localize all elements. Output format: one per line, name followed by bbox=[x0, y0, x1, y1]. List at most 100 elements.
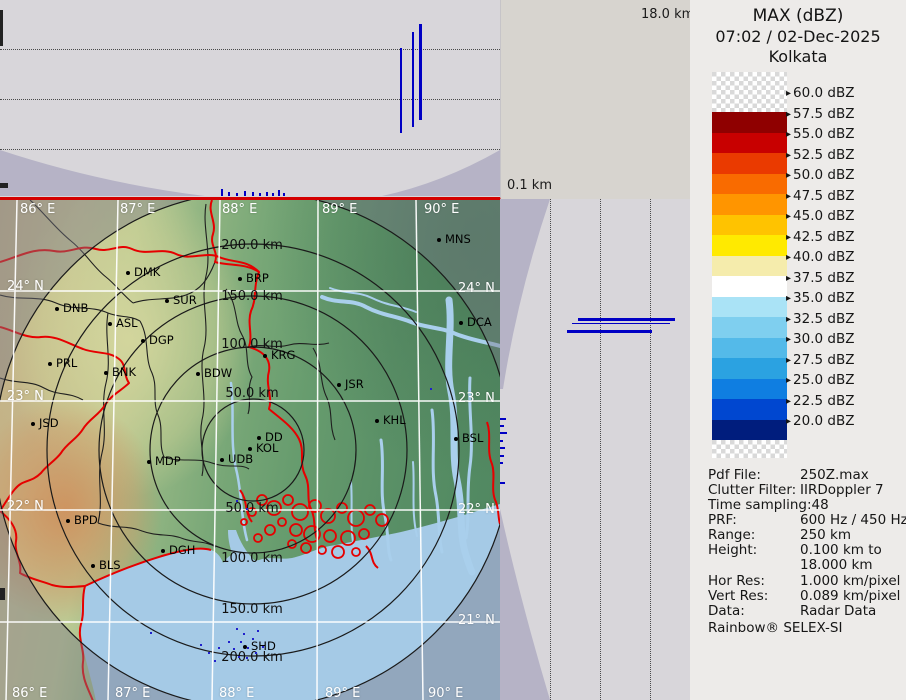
scale-value: 47.5 dBZ bbox=[793, 188, 854, 204]
station-dot bbox=[248, 447, 252, 451]
info-row-label: PRF: bbox=[708, 512, 737, 528]
lon-label: 87° E bbox=[120, 202, 155, 217]
legend-band bbox=[712, 194, 787, 215]
echo-tick bbox=[272, 193, 274, 196]
legend-scale-label: ▸25.0 dBZ bbox=[786, 372, 854, 388]
station-dot bbox=[257, 436, 261, 440]
radar-echo-dot bbox=[214, 660, 216, 662]
legend-band bbox=[712, 399, 787, 420]
lon-label: 89° E bbox=[325, 686, 360, 700]
scale-arrow-icon: ▸ bbox=[786, 416, 791, 427]
echo-row bbox=[578, 318, 675, 321]
info-row-value: Radar Data bbox=[800, 603, 876, 619]
echo-column bbox=[412, 32, 414, 127]
station-dot bbox=[459, 321, 463, 325]
station-dot bbox=[31, 422, 35, 426]
window-edge-mark bbox=[0, 588, 5, 600]
legend-scale-label: ▸27.5 dBZ bbox=[786, 352, 854, 368]
station-dot bbox=[263, 354, 267, 358]
echo-tick bbox=[252, 192, 254, 196]
lon-label: 86° E bbox=[20, 202, 55, 217]
station-dot bbox=[165, 299, 169, 303]
info-row-label: Height: bbox=[708, 542, 757, 558]
legend-band bbox=[712, 112, 787, 133]
radar-map[interactable]: 86° E87° E88° E89° E90° E86° E87° E88° E… bbox=[0, 200, 500, 700]
legend-scale-label: ▸60.0 dBZ bbox=[786, 85, 854, 101]
software-credit: Rainbow® SELEX-SI bbox=[708, 620, 842, 636]
scale-value: 50.0 dBZ bbox=[793, 167, 854, 183]
radar-echo-dot bbox=[208, 652, 210, 654]
ns-height-cross-section-panel bbox=[500, 199, 690, 700]
station-dot bbox=[161, 549, 165, 553]
station-label: BDW bbox=[204, 366, 232, 380]
product-title: MAX (dBZ) bbox=[690, 6, 906, 26]
station-label: DGH bbox=[169, 543, 195, 557]
scale-arrow-icon: ▸ bbox=[786, 211, 791, 222]
lat-label: 24° N bbox=[7, 279, 44, 294]
scale-arrow-icon: ▸ bbox=[786, 109, 791, 120]
legend-scale-label: ▸47.5 dBZ bbox=[786, 188, 854, 204]
radar-echo-dot bbox=[255, 652, 257, 654]
scale-value: 42.5 dBZ bbox=[793, 229, 854, 245]
legend-scale-label: ▸52.5 dBZ bbox=[786, 147, 854, 163]
lon-label: 88° E bbox=[222, 202, 257, 217]
legend-colorbar bbox=[712, 72, 787, 458]
height-gridline bbox=[600, 199, 601, 700]
station-dot bbox=[48, 362, 52, 366]
lat-label: 22° N bbox=[458, 502, 495, 517]
radar-echo-dot bbox=[257, 630, 259, 632]
station-dot bbox=[66, 519, 70, 523]
radar-echo-dot bbox=[430, 388, 432, 390]
station-label: DGP bbox=[149, 333, 174, 347]
station-label: BLS bbox=[99, 558, 121, 572]
radar-echo-dot bbox=[228, 641, 230, 643]
scale-value: 25.0 dBZ bbox=[793, 372, 854, 388]
info-row-label: Clutter Filter: bbox=[708, 482, 796, 498]
scale-arrow-icon: ▸ bbox=[786, 334, 791, 345]
station-label: MNS bbox=[445, 232, 471, 246]
echo-tick bbox=[500, 425, 504, 427]
echo-row bbox=[567, 330, 652, 333]
echo-tick bbox=[500, 447, 505, 449]
station-label: BNK bbox=[112, 365, 136, 379]
beam-coverage-wedges bbox=[500, 199, 690, 700]
height-gridline bbox=[0, 149, 500, 150]
lat-label: 23° N bbox=[7, 389, 44, 404]
echo-tick bbox=[259, 193, 261, 196]
station-dot bbox=[375, 419, 379, 423]
scale-value: 22.5 dBZ bbox=[793, 393, 854, 409]
info-row-label: Pdf File: bbox=[708, 467, 761, 483]
station-label: BSL bbox=[462, 431, 483, 445]
station-label: DCA bbox=[467, 315, 492, 329]
legend-band bbox=[712, 317, 787, 338]
echo-column bbox=[419, 24, 422, 120]
scale-arrow-icon: ▸ bbox=[786, 191, 791, 202]
info-row-label: Vert Res: bbox=[708, 588, 768, 604]
info-row-value: 250 km bbox=[800, 527, 851, 543]
scale-arrow-icon: ▸ bbox=[786, 355, 791, 366]
station-dot bbox=[454, 437, 458, 441]
scale-value: 35.0 dBZ bbox=[793, 290, 854, 306]
echo-tick bbox=[266, 192, 268, 196]
info-row-label: Data: bbox=[708, 603, 745, 619]
range-ring-label: 150.0 km bbox=[221, 289, 283, 304]
legend-band bbox=[712, 276, 787, 297]
echo-tick bbox=[221, 189, 223, 196]
lat-label: 22° N bbox=[7, 499, 44, 514]
height-gridline bbox=[0, 49, 500, 50]
radar-echo-dot bbox=[247, 647, 249, 649]
legend-band-nodata bbox=[712, 440, 787, 458]
range-ring-label: 150.0 km bbox=[221, 602, 283, 617]
scale-value: 57.5 dBZ bbox=[793, 106, 854, 122]
station-dot bbox=[104, 371, 108, 375]
lat-label: 24° N bbox=[458, 281, 495, 296]
scale-value: 45.0 dBZ bbox=[793, 208, 854, 224]
product-datetime: 07:02 / 02-Dec-2025 bbox=[690, 27, 906, 46]
radar-echo-dot bbox=[200, 644, 202, 646]
lon-label: 88° E bbox=[219, 686, 254, 700]
legend-scale-label: ▸30.0 dBZ bbox=[786, 331, 854, 347]
height-gridline bbox=[650, 199, 651, 700]
height-max-label: 18.0 km bbox=[641, 7, 694, 22]
station-dot bbox=[141, 339, 145, 343]
legend-scale-label: ▸20.0 dBZ bbox=[786, 413, 854, 429]
